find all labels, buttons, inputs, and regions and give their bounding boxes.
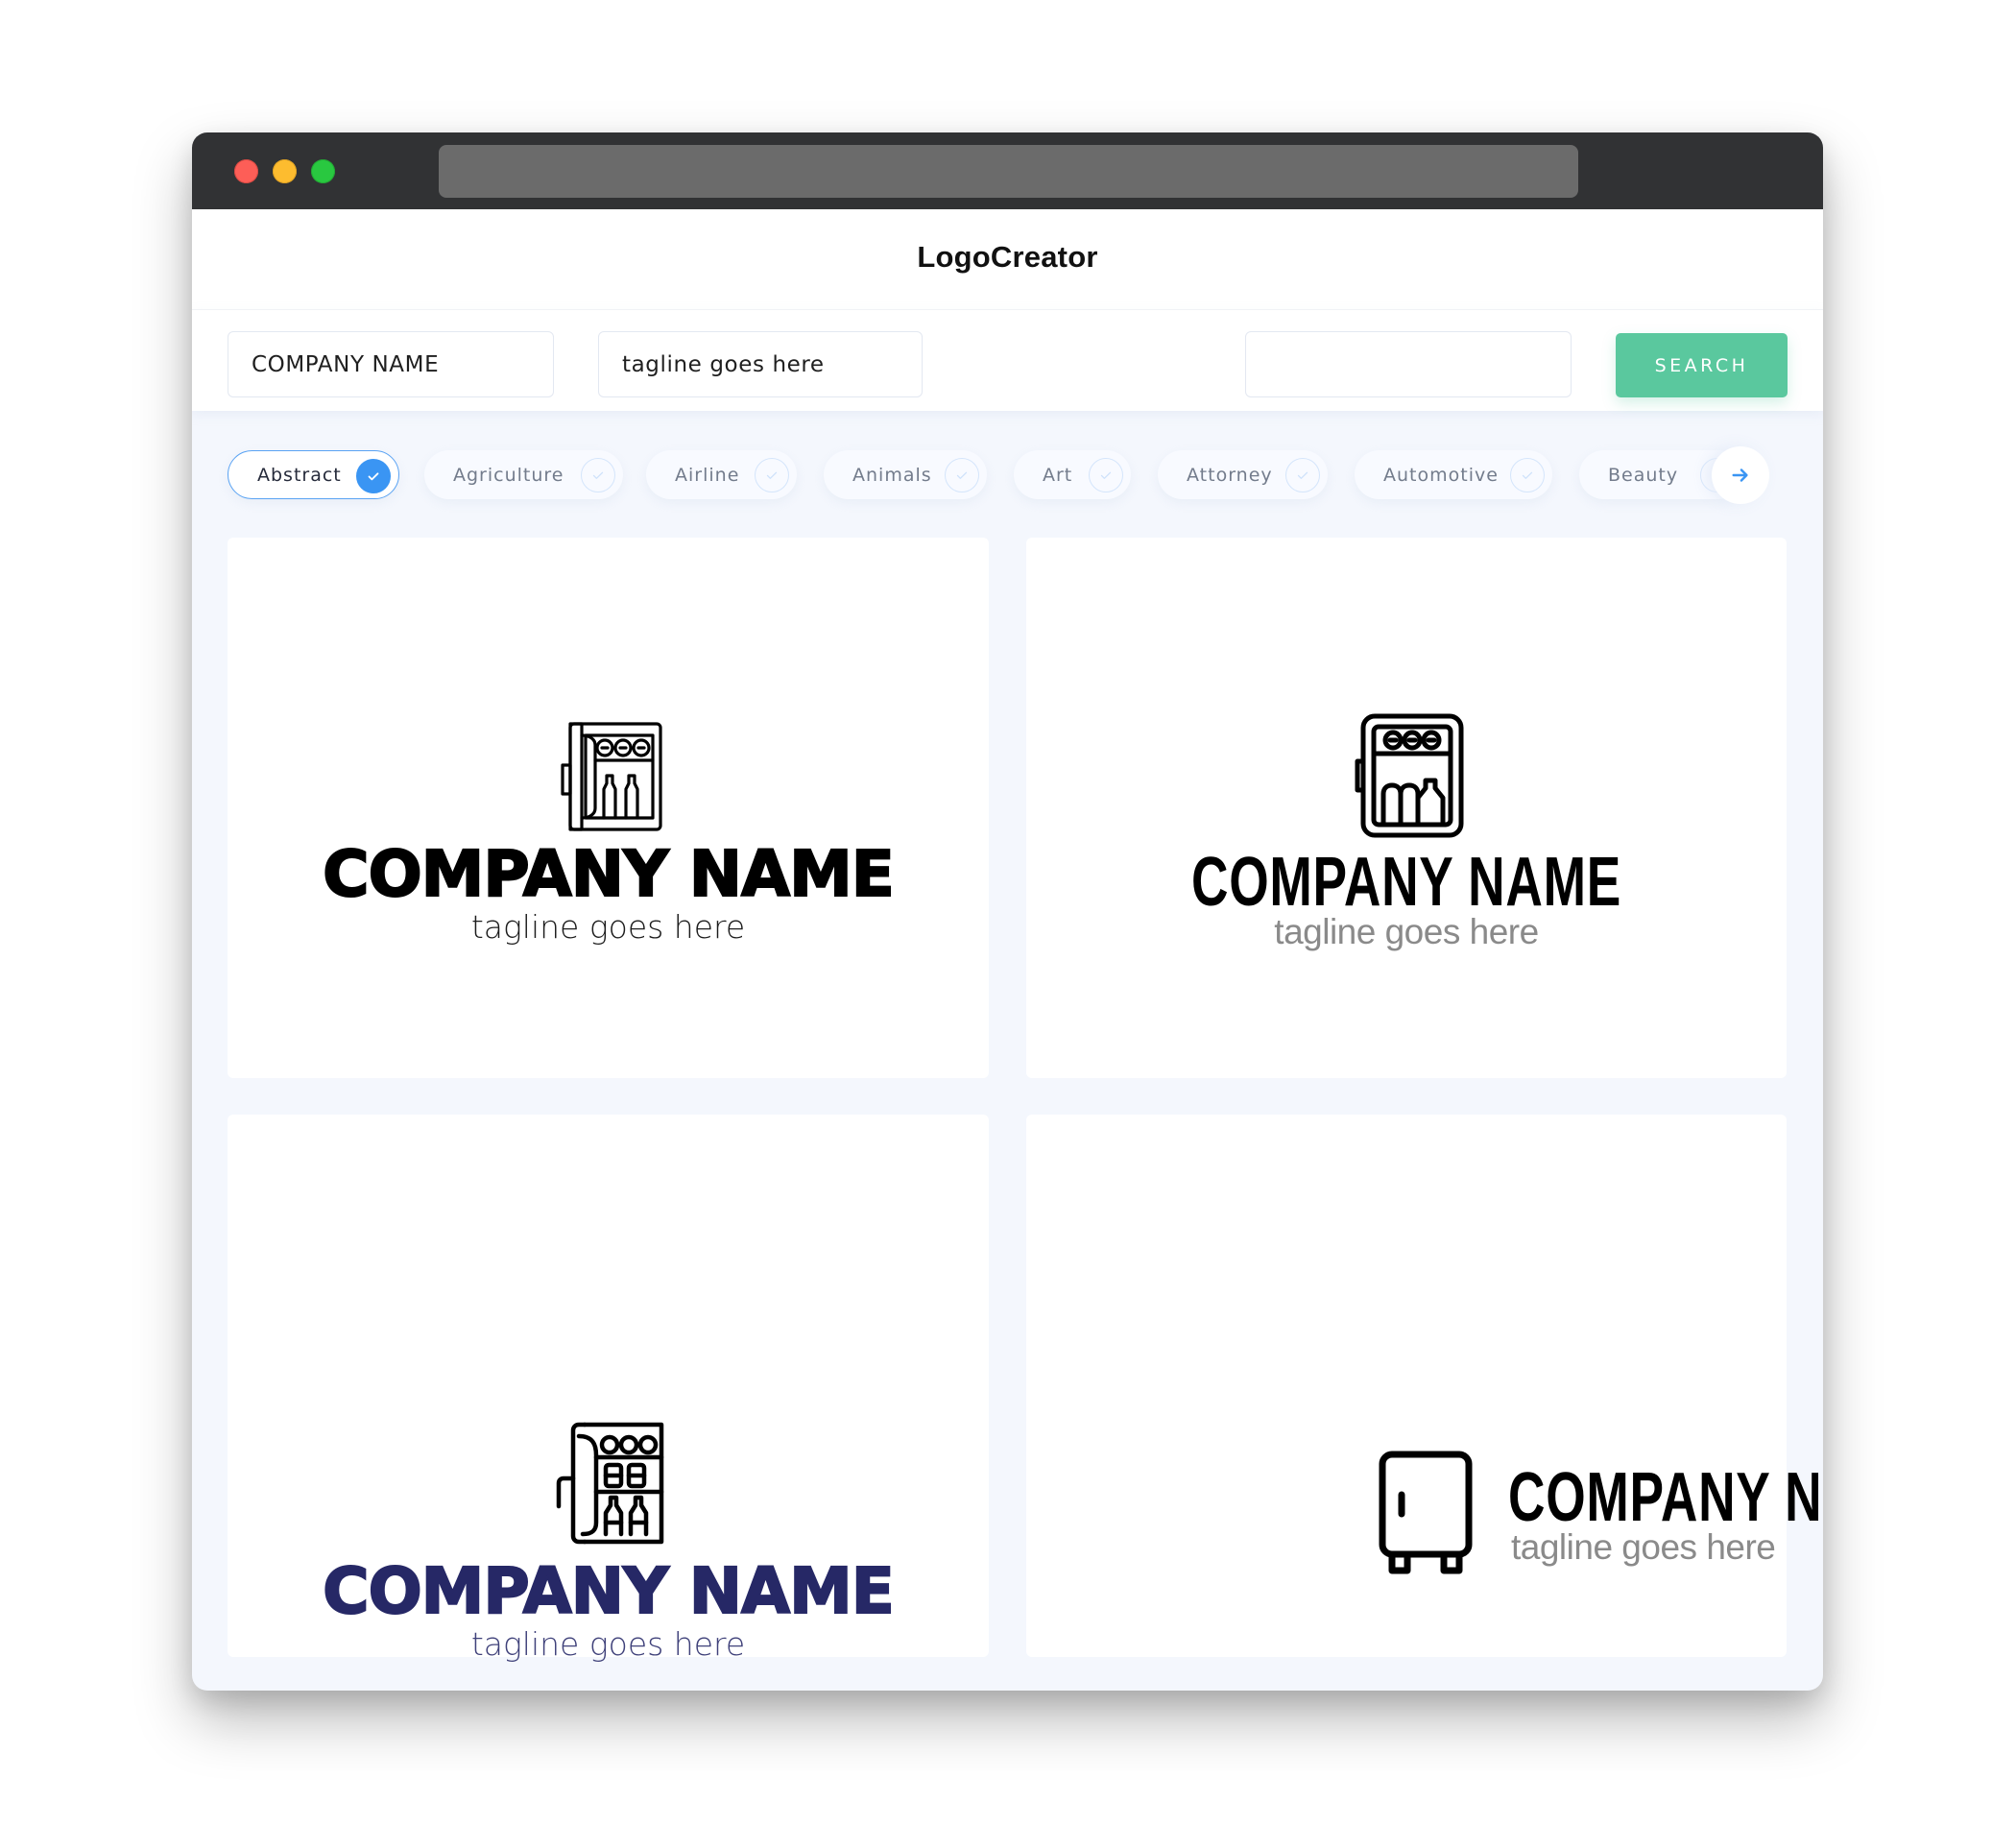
chip-label: Attorney (1187, 464, 1273, 486)
logo-card[interactable]: COMPANY NAME tagline goes here (1026, 538, 1787, 1078)
logo-tagline: tagline goes here (1511, 1527, 1776, 1567)
category-filter-bar: Abstract Agriculture Airline Animals Art… (192, 411, 1823, 536)
chip-label: Animals (852, 464, 932, 486)
minibar-fridge-icon (556, 1422, 664, 1545)
chip-label: Agriculture (453, 464, 564, 486)
search-button[interactable]: SEARCH (1616, 333, 1788, 397)
logo-company-name: COMPANY NAME (322, 1553, 896, 1629)
logo-tagline: tagline goes here (1274, 912, 1539, 951)
category-chip-attorney[interactable]: Attorney (1158, 450, 1328, 499)
minibar-fridge-icon (1355, 713, 1464, 838)
company-name-input[interactable] (228, 331, 554, 397)
browser-window: LogoCreator SEARCH Abstract Agriculture … (192, 132, 1823, 1691)
check-icon (1510, 458, 1545, 492)
chip-label: Automotive (1383, 464, 1499, 486)
tagline-input[interactable] (598, 331, 923, 397)
check-icon (581, 458, 615, 492)
app-header: LogoCreator (192, 209, 1823, 309)
logo-card[interactable]: COMPANY NAME tagline goes here (1026, 1115, 1823, 1657)
logo-tagline: tagline goes here (470, 1625, 746, 1663)
check-icon (1089, 458, 1123, 492)
logo-tagline: tagline goes here (470, 908, 746, 946)
logo-company-name: COMPANY NAME (322, 836, 896, 912)
arrow-right-icon (1732, 468, 1748, 482)
next-categories-button[interactable] (1712, 446, 1769, 504)
app-title: LogoCreator (917, 240, 1098, 274)
maximize-window-button[interactable] (311, 159, 335, 183)
category-chip-agriculture[interactable]: Agriculture (424, 450, 623, 499)
logo-card[interactable]: COMPANY NAME tagline goes here (228, 538, 989, 1078)
minimize-window-button[interactable] (273, 159, 297, 183)
logo-company-name: COMPANY NAME (1191, 844, 1621, 921)
chip-label: Abstract (257, 464, 342, 486)
close-window-button[interactable] (234, 159, 258, 183)
address-bar[interactable] (439, 145, 1578, 198)
category-chip-airline[interactable]: Airline (646, 450, 797, 499)
title-bar (192, 132, 1823, 209)
logo-card[interactable]: COMPANY NAME tagline goes here (228, 1115, 989, 1663)
category-chip-animals[interactable]: Animals (824, 450, 987, 499)
minibar-fridge-icon (561, 722, 662, 831)
search-row: SEARCH (192, 309, 1823, 411)
check-icon (755, 458, 789, 492)
logo-company-name: COMPANY NAME (1508, 1459, 1823, 1536)
chip-label: Beauty (1608, 464, 1679, 486)
category-chip-automotive[interactable]: Automotive (1355, 450, 1552, 499)
fridge-icon (1379, 1451, 1473, 1574)
chip-label: Airline (675, 464, 740, 486)
category-chip-art[interactable]: Art (1014, 450, 1131, 499)
check-icon (945, 458, 979, 492)
check-icon (356, 459, 391, 493)
category-chip-abstract[interactable]: Abstract (228, 450, 399, 499)
check-icon (1285, 458, 1320, 492)
keyword-input[interactable] (1245, 331, 1572, 397)
chip-label: Art (1043, 464, 1073, 486)
